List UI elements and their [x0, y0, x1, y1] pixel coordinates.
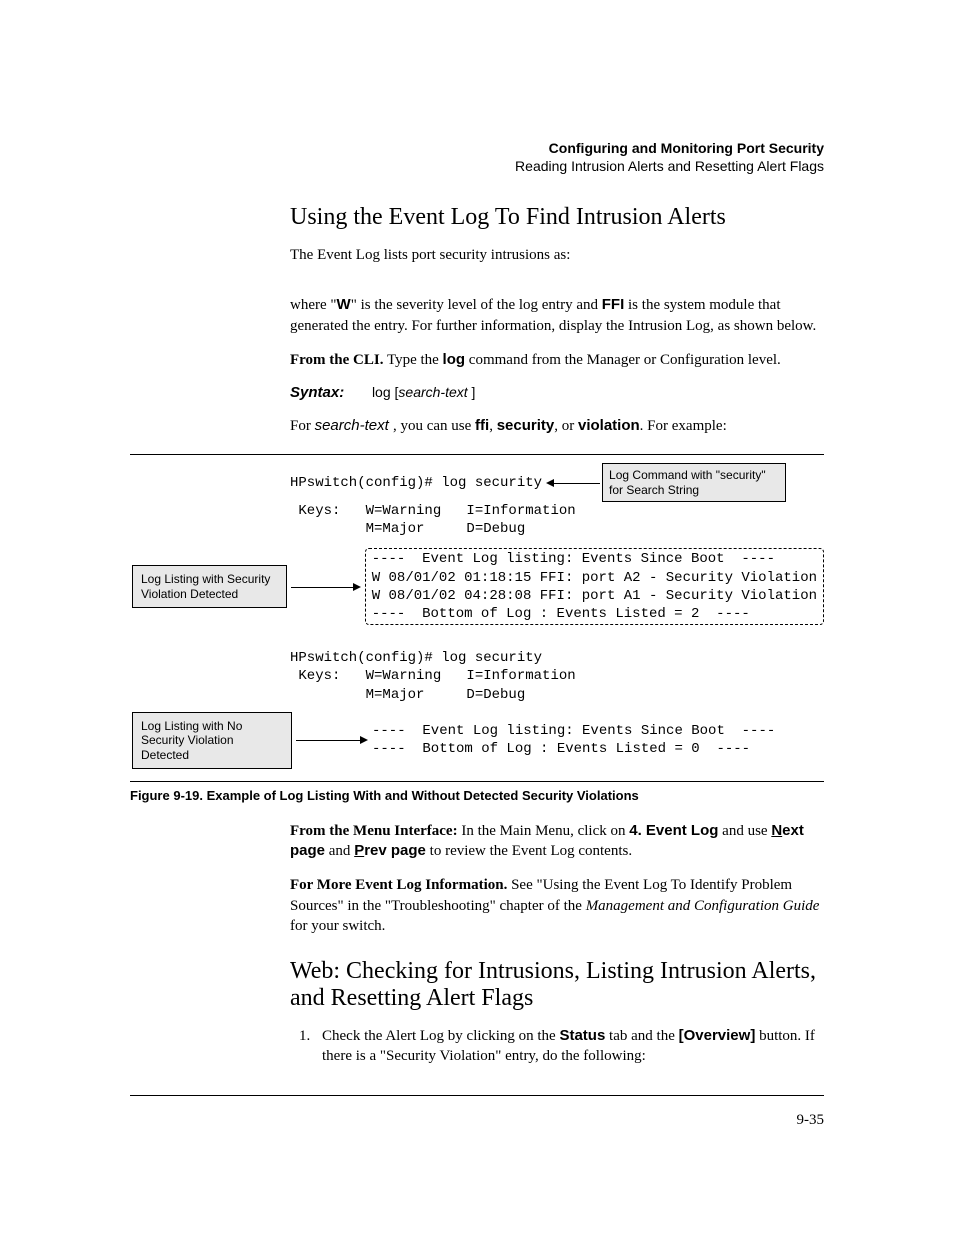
page-number: 9-35: [797, 1112, 825, 1128]
callout-log-command: Log Command with "security" for Search S…: [602, 463, 786, 502]
section-using-event-log: Using the Event Log To Find Intrusion Al…: [290, 204, 824, 436]
cli1-keys2: M=Major D=Debug: [290, 520, 824, 538]
after-figure-block: From the Menu Interface: In the Main Men…: [290, 821, 824, 1067]
p-for-more-info: For More Event Log Information. See "Usi…: [290, 875, 824, 936]
cli2-keys2: M=Major D=Debug: [290, 686, 824, 704]
section1-p3: From the CLI. Type the log command from …: [290, 350, 824, 370]
syntax-code: log [search-text ]: [372, 384, 476, 400]
cli2-command: HPswitch(config)# log security: [290, 649, 824, 667]
runhead-subtitle: Reading Intrusion Alerts and Resetting A…: [130, 158, 824, 174]
section1-p1: The Event Log lists port security intrus…: [290, 245, 824, 265]
steps-list: Check the Alert Log by clicking on the S…: [290, 1026, 824, 1067]
runhead-title: Configuring and Monitoring Port Security: [130, 140, 824, 156]
figure-9-19: HPswitch(config)# log security Log Comma…: [130, 454, 824, 782]
syntax-label: Syntax:: [290, 384, 344, 401]
arrow-right-icon: [287, 586, 364, 587]
page: Configuring and Monitoring Port Security…: [0, 0, 954, 1189]
step-1: Check the Alert Log by clicking on the S…: [314, 1026, 824, 1067]
section1-p2: where "W" is the severity level of the l…: [290, 295, 824, 336]
cli-block-2: HPswitch(config)# log security Keys: W=W…: [290, 649, 824, 704]
cli1-command: HPswitch(config)# log security: [290, 474, 542, 492]
section2-heading: Web: Checking for Intrusions, Listing In…: [290, 958, 824, 1012]
cli2-keys1: Keys: W=Warning I=Information: [290, 667, 824, 685]
syntax-line: Syntax: log [search-text ]: [290, 384, 824, 402]
p-from-menu-interface: From the Menu Interface: In the Main Men…: [290, 821, 824, 862]
figure-caption: Figure 9-19. Example of Log Listing With…: [130, 788, 824, 803]
arrow-left-icon: [542, 482, 602, 483]
arrow-right-icon: [292, 740, 372, 741]
running-header: Configuring and Monitoring Port Security…: [130, 140, 824, 174]
cli-block-1: HPswitch(config)# log security Log Comma…: [290, 463, 824, 538]
cli1-keys1: Keys: W=Warning I=Information: [290, 502, 824, 520]
cli1-events-box: ---- Event Log listing: Events Since Boo…: [365, 548, 824, 625]
callout-violation-detected: Log Listing with Security Violation Dete…: [132, 565, 287, 608]
callout-no-violation: Log Listing with No Security Violation D…: [132, 712, 292, 769]
section1-p4: For search-text , you can use ffi, secur…: [290, 416, 824, 436]
cli2-events: ---- Event Log listing: Events Since Boo…: [372, 722, 775, 758]
page-footer: 9-35: [130, 1095, 824, 1129]
section1-heading: Using the Event Log To Find Intrusion Al…: [290, 204, 824, 231]
